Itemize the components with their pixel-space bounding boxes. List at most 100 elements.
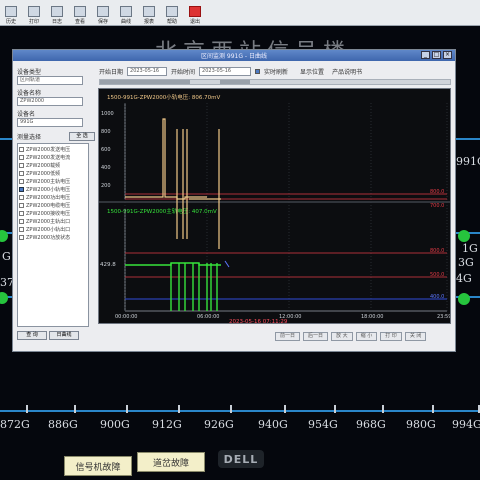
log-icon [51,6,63,17]
close-icon[interactable]: × [443,51,452,59]
toolbar-button-label: 帮助 [166,19,177,25]
track-label: 926G [204,418,234,431]
bottom-button[interactable]: 信号机故障 [64,456,132,476]
measurement-checkbox[interactable] [19,194,24,200]
bottom-button[interactable]: 道岔故障 [137,452,205,472]
measurement-checkbox[interactable] [19,226,24,232]
signal-green-icon[interactable] [458,293,470,305]
cursor-marker [224,260,230,268]
track-label: 900G [100,418,130,431]
measurement-item[interactable]: ZPW2000功出电压 [19,193,87,201]
measurement-checkbox[interactable] [19,154,24,160]
timeline-strip[interactable] [99,79,451,85]
curve-plot[interactable]: 1500-991G-ZPW2000小轨电压: 806.70mV 1500-991… [98,88,451,324]
measurement-checkbox[interactable] [19,218,24,224]
lower-tick-label: 429.8 [100,262,116,268]
measurement-item[interactable]: ZPW2000发送电压 [19,145,87,153]
measurement-label: ZPW2000功放状态 [26,234,71,241]
track-label: 954G [308,418,338,431]
measurement-label: ZPW2000低频 [26,170,61,177]
track-tick [178,405,180,413]
toolbar-button[interactable]: 打印 [25,1,43,25]
time-tick-label: 18:00:00 [361,314,383,320]
manual-label[interactable]: 产品说明书 [332,67,362,76]
measurement-list: ZPW2000发送电压 ZPW2000发送电流 ZPW2000载频 ZPW2000低频… [17,143,89,327]
query-button[interactable]: 查 询 [17,331,47,340]
time-tick-label: 23:59:59 [437,314,451,320]
track-tick [382,405,384,413]
measurement-checkbox[interactable] [19,162,24,168]
upper-tick-label: 400 [101,165,111,171]
track-label: 968G [356,418,386,431]
measurement-checkbox[interactable] [19,202,24,208]
left-panel: 设备类型 区间轨道 设备名称 ZPW2000 设备名 991G 测量选择 全 选… [17,64,95,349]
toolbar-button-label: 打印 [28,19,39,25]
main-toolbar: 历史 打印 日志 查看 保存 曲线 报表 帮助 退出 [0,0,480,26]
toolbar-button[interactable]: 帮助 [163,1,181,25]
measurement-checkbox[interactable] [19,170,24,176]
measurement-checkbox[interactable] [19,178,24,184]
toolbar-button-label: 退出 [189,19,200,25]
measurement-label: ZPW2000功出电压 [26,194,71,201]
dialog-button[interactable]: 关 闭 [404,332,427,341]
toolbar-button[interactable]: 保存 [94,1,112,25]
dialog-button[interactable]: 打 印 [380,332,402,341]
toolbar-button[interactable]: 查看 [71,1,89,25]
realtime-checkbox[interactable] [255,68,261,74]
measurement-checkbox[interactable] [19,234,24,240]
measurement-checkbox[interactable] [19,146,24,152]
measurement-item[interactable]: ZPW2000发送电流 [19,153,87,161]
date-label: 开始日期 [99,68,124,76]
measurement-item[interactable]: ZPW2000功放状态 [19,233,87,241]
measurement-item[interactable]: ZPW2000主轨出口 [19,217,87,225]
dialog-button[interactable]: 后一日 [303,332,329,341]
type-select[interactable]: ZPW2000 [17,97,83,106]
maximize-icon[interactable]: □ [432,51,441,59]
show-label: 显示位置 [300,68,325,76]
date2-label: 开始时间 [171,68,196,76]
upper-tick-label: 1000 [101,111,114,117]
measurement-item[interactable]: ZPW2000小轨出口 [19,225,87,233]
station-select[interactable]: 区间轨道 [17,76,83,85]
date2-input[interactable]: 2023-05-16 [199,66,252,76]
dialog-button[interactable]: 前一日 [275,332,301,341]
signal-green-icon[interactable] [0,292,8,304]
date-input[interactable]: 2023-05-16 [127,66,168,76]
measurement-label: ZPW2000电缆电压 [26,202,71,209]
measurement-item[interactable]: ZPW2000小轨电压 [19,185,87,193]
name-select[interactable]: 991G [17,118,83,127]
track-label: 1G [462,242,478,255]
select-all-button[interactable]: 全 选 [69,132,95,141]
measurement-item[interactable]: ZPW2000载频 [19,161,87,169]
toolbar-button-label: 查看 [74,19,85,25]
measurement-item[interactable]: ZPW2000电缆电压 [19,201,87,209]
dialog-button[interactable]: 缩 小 [355,332,378,341]
dialog-button[interactable]: 放 大 [331,332,353,341]
toolbar-button[interactable]: 历史 [2,1,20,25]
signal-green-icon[interactable] [0,230,8,242]
measurement-item[interactable]: ZPW2000主轨电压 [19,177,87,185]
signal-green-icon[interactable] [458,230,470,242]
day-curve-button[interactable]: 日曲线 [49,331,79,340]
toolbar-button[interactable]: 退出 [186,1,204,25]
upper-tick-label: 800 [101,129,111,135]
track-label: 886G [48,418,78,431]
measurement-label: ZPW2000主轨出口 [26,218,71,225]
track-label: 991G [456,155,480,168]
measurement-checkbox[interactable] [19,210,24,216]
measurement-item[interactable]: ZPW2000低频 [19,169,87,177]
toolbar-button[interactable]: 曲线 [117,1,135,25]
measurement-checkbox[interactable] [19,186,24,192]
station-label: 设备类型 [17,69,42,76]
toolbar-button[interactable]: 报表 [140,1,158,25]
lower-limit-value: 400.0 [430,294,444,300]
lower-limit-value: 500.0 [430,272,444,278]
dialog-titlebar[interactable]: 区间监测 991G - 日曲线 _ □ × [13,50,455,61]
upper-series-label: 1500-991G-ZPW2000小轨电压: 806.70mV [107,93,220,101]
save-icon [97,6,109,17]
toolbar-button[interactable]: 日志 [48,1,66,25]
minimize-icon[interactable]: _ [421,51,430,59]
history-icon [5,6,17,17]
toolbar-button-label: 报表 [143,19,154,25]
measurement-item[interactable]: ZPW2000接收电压 [19,209,87,217]
